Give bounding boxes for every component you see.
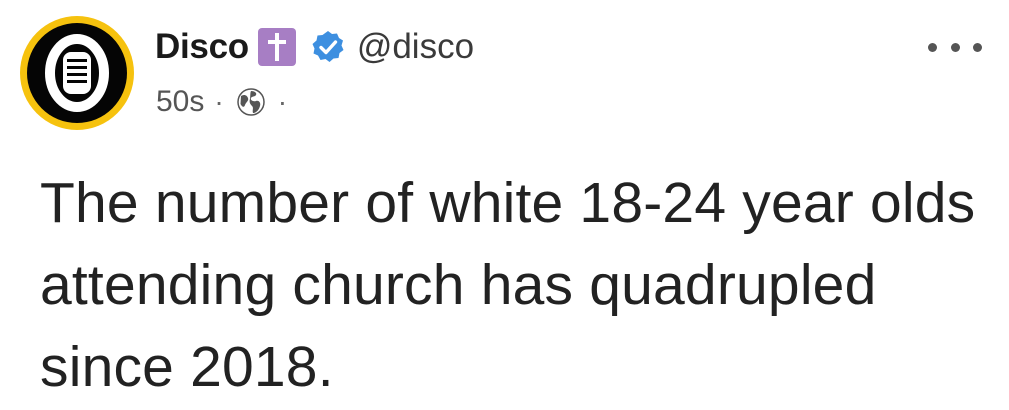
timestamp[interactable]: 50s xyxy=(156,85,204,119)
meta-separator: · xyxy=(277,86,288,117)
globe-icon xyxy=(234,85,268,119)
meta-separator: · xyxy=(214,86,224,117)
verified-badge-icon xyxy=(309,28,347,66)
avatar-logo xyxy=(27,23,127,123)
disco-logo-icon xyxy=(45,34,109,112)
more-options-icon[interactable] xyxy=(928,34,982,60)
post-text: The number of white 18-24 year olds atte… xyxy=(40,171,976,399)
post-card: Disco @disco 50s · · The number of white… xyxy=(0,0,1009,410)
avatar[interactable] xyxy=(20,16,134,130)
latin-cross-icon xyxy=(257,28,296,66)
post-meta: 50s · · xyxy=(156,82,297,122)
display-name[interactable]: Disco xyxy=(155,27,249,67)
author-row: Disco @disco xyxy=(155,24,474,70)
author-handle[interactable]: @disco xyxy=(357,27,474,67)
